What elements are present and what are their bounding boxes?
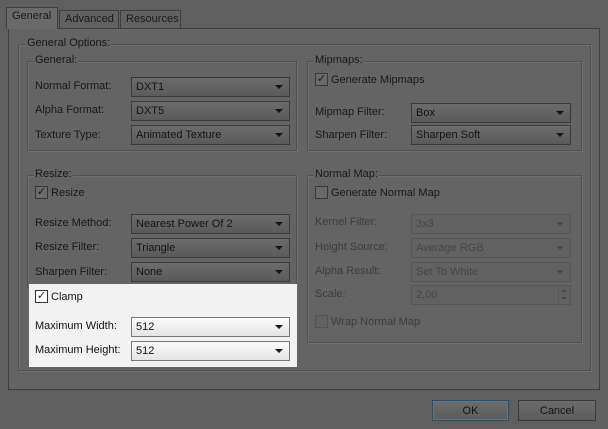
mipmap-filter-select[interactable]: Box — [411, 103, 571, 123]
clamp-panel: ✓ Clamp Maximum Width: 512 Maximum Heigh… — [29, 284, 297, 367]
resize-method-select[interactable]: Nearest Power Of 2 — [131, 214, 290, 234]
scale-value: 2,00 — [416, 289, 438, 301]
kernel-filter-value: 3x3 — [416, 218, 434, 230]
normal-format-select[interactable]: DXT1 — [131, 77, 290, 97]
spin-up-icon[interactable] — [561, 289, 567, 292]
chevron-down-icon — [275, 349, 283, 353]
chevron-down-icon — [275, 325, 283, 329]
chevron-down-icon — [275, 270, 283, 274]
generate-mipmaps-label: Generate Mipmaps — [331, 74, 425, 86]
height-source-label: Height Source: — [315, 241, 388, 253]
max-height-label: Maximum Height: — [35, 344, 121, 356]
tab-general[interactable]: General — [6, 7, 58, 29]
resize-filter-label: Resize Filter: — [35, 241, 100, 253]
mipmap-sharpen-label: Sharpen Filter: — [315, 129, 388, 141]
alpha-format-label: Alpha Format: — [35, 104, 105, 116]
spinner-buttons[interactable] — [558, 286, 570, 304]
chevron-down-icon — [275, 246, 283, 250]
scale-spinner[interactable]: 2,00 — [411, 285, 571, 305]
mipmap-sharpen-select[interactable]: Sharpen Soft — [411, 125, 571, 145]
max-height-value: 512 — [136, 345, 155, 357]
normal-format-label: Normal Format: — [35, 80, 112, 92]
generate-normal-map-label: Generate Normal Map — [331, 187, 440, 199]
resize-method-value: Nearest Power Of 2 — [136, 218, 233, 230]
resize-filter-value: Triangle — [136, 242, 176, 254]
general-legend: General: — [34, 54, 79, 66]
spin-down-icon[interactable] — [561, 297, 567, 300]
generate-mipmaps-checkbox[interactable]: ✓ — [315, 73, 328, 86]
generate-normal-map-checkbox[interactable] — [315, 186, 328, 199]
mipmap-filter-label: Mipmap Filter: — [315, 106, 385, 118]
max-height-select[interactable]: 512 — [131, 341, 290, 361]
normal-map-legend: Normal Map: — [314, 168, 379, 180]
resize-checkbox-label: Resize — [51, 187, 85, 199]
general-options-legend: General Options: — [26, 37, 112, 49]
texture-type-select[interactable]: Animated Texture — [131, 125, 290, 145]
alpha-result-select[interactable]: Set To White — [411, 262, 571, 282]
scale-label: Scale: — [315, 288, 346, 300]
mipmap-sharpen-value: Sharpen Soft — [416, 129, 481, 141]
chevron-down-icon — [275, 222, 283, 226]
kernel-filter-select[interactable]: 3x3 — [411, 214, 571, 234]
resize-filter-select[interactable]: Triangle — [131, 238, 290, 258]
chevron-down-icon — [275, 109, 283, 113]
alpha-format-select[interactable]: DXT5 — [131, 101, 290, 121]
clamp-checkbox[interactable]: ✓ — [35, 290, 48, 303]
texture-type-value: Animated Texture — [136, 129, 222, 141]
mipmaps-legend: Mipmaps: — [314, 54, 364, 66]
alpha-format-value: DXT5 — [136, 105, 165, 117]
resize-method-label: Resize Method: — [35, 217, 112, 229]
chevron-down-icon — [556, 222, 564, 226]
clamp-label: Clamp — [51, 291, 83, 303]
tab-advanced[interactable]: Advanced — [59, 10, 119, 28]
mipmap-filter-value: Box — [416, 107, 435, 119]
wrap-normal-map-label: Wrap Normal Map — [331, 316, 421, 328]
resize-legend: Resize: — [34, 168, 73, 180]
ok-button[interactable]: OK — [432, 400, 509, 421]
tab-resources[interactable]: Resources — [120, 10, 181, 28]
height-source-select[interactable]: Average RGB — [411, 238, 571, 258]
wrap-normal-map-checkbox[interactable] — [315, 315, 328, 328]
height-source-value: Average RGB — [416, 242, 484, 254]
resize-sharpen-select[interactable]: None — [131, 262, 290, 282]
kernel-filter-label: Kernel Filter: — [315, 216, 378, 228]
chevron-down-icon — [275, 133, 283, 137]
max-width-label: Maximum Width: — [35, 320, 117, 332]
resize-sharpen-label: Sharpen Filter: — [35, 266, 108, 278]
texture-type-label: Texture Type: — [35, 129, 101, 141]
alpha-result-value: Set To White — [416, 266, 479, 278]
resize-sharpen-value: None — [136, 266, 163, 278]
max-width-value: 512 — [136, 321, 155, 333]
chevron-down-icon — [556, 111, 564, 115]
chevron-down-icon — [275, 85, 283, 89]
max-width-select[interactable]: 512 — [131, 317, 290, 337]
chevron-down-icon — [556, 246, 564, 250]
cancel-button[interactable]: Cancel — [518, 400, 596, 421]
chevron-down-icon — [556, 270, 564, 274]
chevron-down-icon — [556, 133, 564, 137]
normal-format-value: DXT1 — [136, 81, 165, 93]
resize-checkbox[interactable]: ✓ — [35, 186, 48, 199]
alpha-result-label: Alpha Result: — [315, 265, 381, 277]
